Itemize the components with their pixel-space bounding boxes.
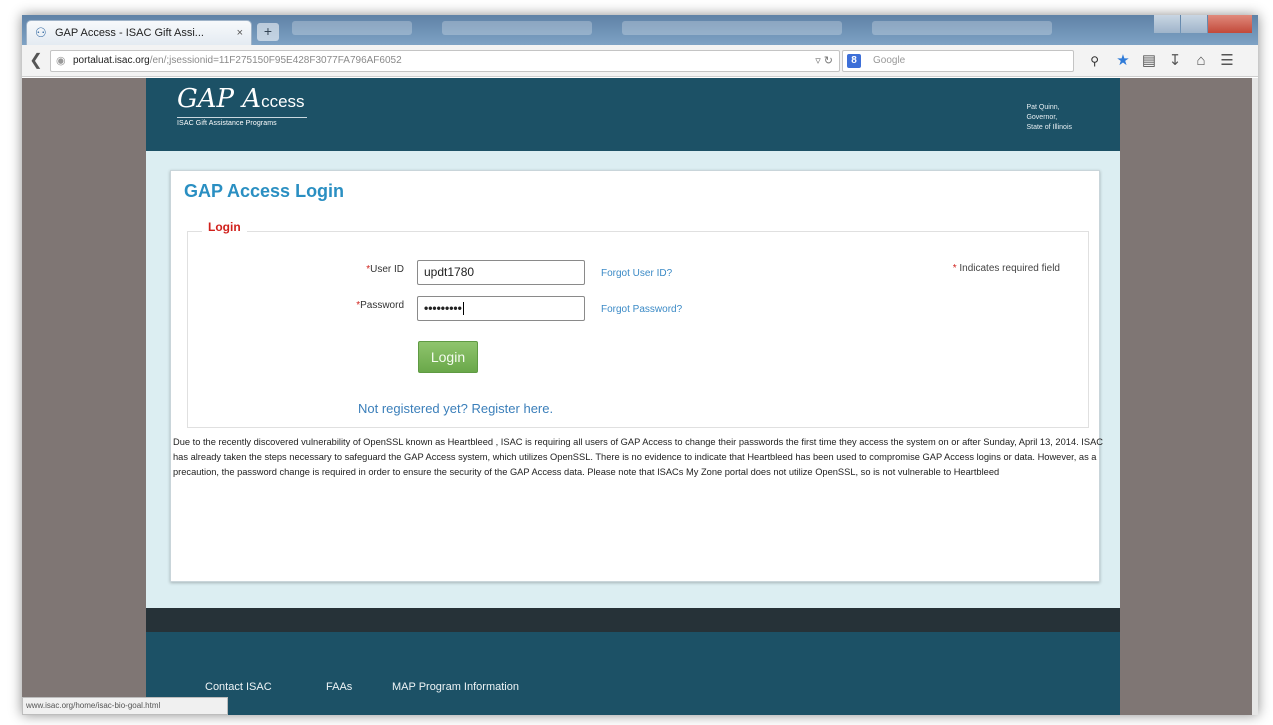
tabbar-blur xyxy=(622,21,842,35)
navigation-bar: ❮ ◉ portaluat.isac.org/en/;jsessionid=11… xyxy=(22,45,1258,77)
bookmark-star-icon[interactable]: ★ xyxy=(1110,51,1136,71)
downloads-icon[interactable]: ↧ xyxy=(1162,51,1188,71)
browser-window: ⚇ GAP Access - ISAC Gift Assi... × + ❮ ◉… xyxy=(22,15,1258,715)
logo-rule xyxy=(177,117,307,118)
login-card: GAP Access Login Login *User ID updt1780… xyxy=(170,170,1103,582)
governor-credit: Pat Quinn, Governor, State of Illinois xyxy=(1026,104,1072,131)
new-tab-button[interactable]: + xyxy=(257,23,279,41)
window-controls xyxy=(1153,15,1252,33)
page-viewport: GAP Access ISAC Gift Assistance Programs… xyxy=(22,78,1258,715)
vertical-scrollbar[interactable] xyxy=(1252,78,1258,715)
page-title: GAP Access Login xyxy=(184,181,345,201)
search-icon[interactable]: ⚲ xyxy=(1090,51,1099,71)
forgot-userid-link[interactable]: Forgot User ID? xyxy=(601,268,672,279)
url-host: portaluat.isac.org xyxy=(73,55,150,66)
userid-input[interactable]: updt1780 xyxy=(417,260,585,285)
site-container: GAP Access ISAC Gift Assistance Programs… xyxy=(146,78,1120,715)
status-bar: www.isac.org/home/isac-bio-goal.html xyxy=(22,697,228,715)
logo-subtitle: ISAC Gift Assistance Programs xyxy=(177,120,277,127)
userid-label: *User ID xyxy=(366,264,404,275)
globe-icon: ◉ xyxy=(56,55,66,67)
password-label: *Password xyxy=(356,300,404,311)
footer-link-contact[interactable]: Contact ISAC xyxy=(205,681,272,693)
forgot-password-link[interactable]: Forgot Password? xyxy=(601,304,682,315)
login-legend: Login xyxy=(202,220,247,234)
home-icon[interactable]: ⌂ xyxy=(1188,51,1214,71)
tabbar-blur xyxy=(442,21,592,35)
footer-link-map-program[interactable]: MAP Program Information xyxy=(392,681,519,693)
close-window-button[interactable] xyxy=(1208,15,1252,33)
minimize-button[interactable] xyxy=(1154,15,1180,33)
site-favicon-icon: ⚇ xyxy=(35,25,47,40)
menu-icon[interactable]: ☰ xyxy=(1214,51,1240,71)
page-body: GAP Access Login Login *User ID updt1780… xyxy=(146,151,1120,608)
address-bar[interactable]: ◉ portaluat.isac.org/en/;jsessionid=11F2… xyxy=(50,50,840,72)
url-path: /en/;jsessionid=11F275150F95E428F3077FA7… xyxy=(149,55,402,66)
reload-icon[interactable]: ▿ ↻ xyxy=(815,51,833,71)
tab-gap-access[interactable]: ⚇ GAP Access - ISAC Gift Assi... × xyxy=(26,20,252,45)
gap-access-logo[interactable]: GAP Access ISAC Gift Assistance Programs xyxy=(177,84,307,127)
tab-close-icon[interactable]: × xyxy=(237,27,243,39)
google-search-engine-icon[interactable]: 8 xyxy=(847,54,861,68)
toolbar-icons: ★ ▤ ↧ ⌂ ☰ xyxy=(1110,51,1240,71)
footer-link-faas[interactable]: FAAs xyxy=(326,681,352,693)
register-link[interactable]: Not registered yet? Register here. xyxy=(358,401,553,416)
heartbleed-notice: Due to the recently discovered vulnerabi… xyxy=(173,437,1103,477)
site-header: GAP Access ISAC Gift Assistance Programs… xyxy=(146,78,1120,151)
footer-divider xyxy=(146,608,1120,632)
back-arrow-icon[interactable]: ❮ xyxy=(24,50,48,72)
bookmarks-list-icon[interactable]: ▤ xyxy=(1136,51,1162,71)
logo-title: GAP Access xyxy=(177,84,305,114)
tab-strip: ⚇ GAP Access - ISAC Gift Assi... × + xyxy=(22,15,1258,45)
tabbar-blur xyxy=(872,21,1052,35)
maximize-button[interactable] xyxy=(1181,15,1207,33)
tab-title: GAP Access - ISAC Gift Assi... xyxy=(55,27,204,39)
required-field-note: * Indicates required field xyxy=(952,263,1060,274)
login-button[interactable]: Login xyxy=(418,341,478,373)
search-placeholder: Google xyxy=(873,55,906,66)
login-fieldset: Login *User ID updt1780 Forgot User ID? … xyxy=(187,220,1089,428)
password-input[interactable]: ••••••••• xyxy=(417,296,585,321)
site-footer: Contact ISAC FAAs MAP Program Informatio… xyxy=(146,632,1120,715)
search-input[interactable]: 8 Google ⚲ xyxy=(842,50,1099,72)
tabbar-blur xyxy=(292,21,412,35)
